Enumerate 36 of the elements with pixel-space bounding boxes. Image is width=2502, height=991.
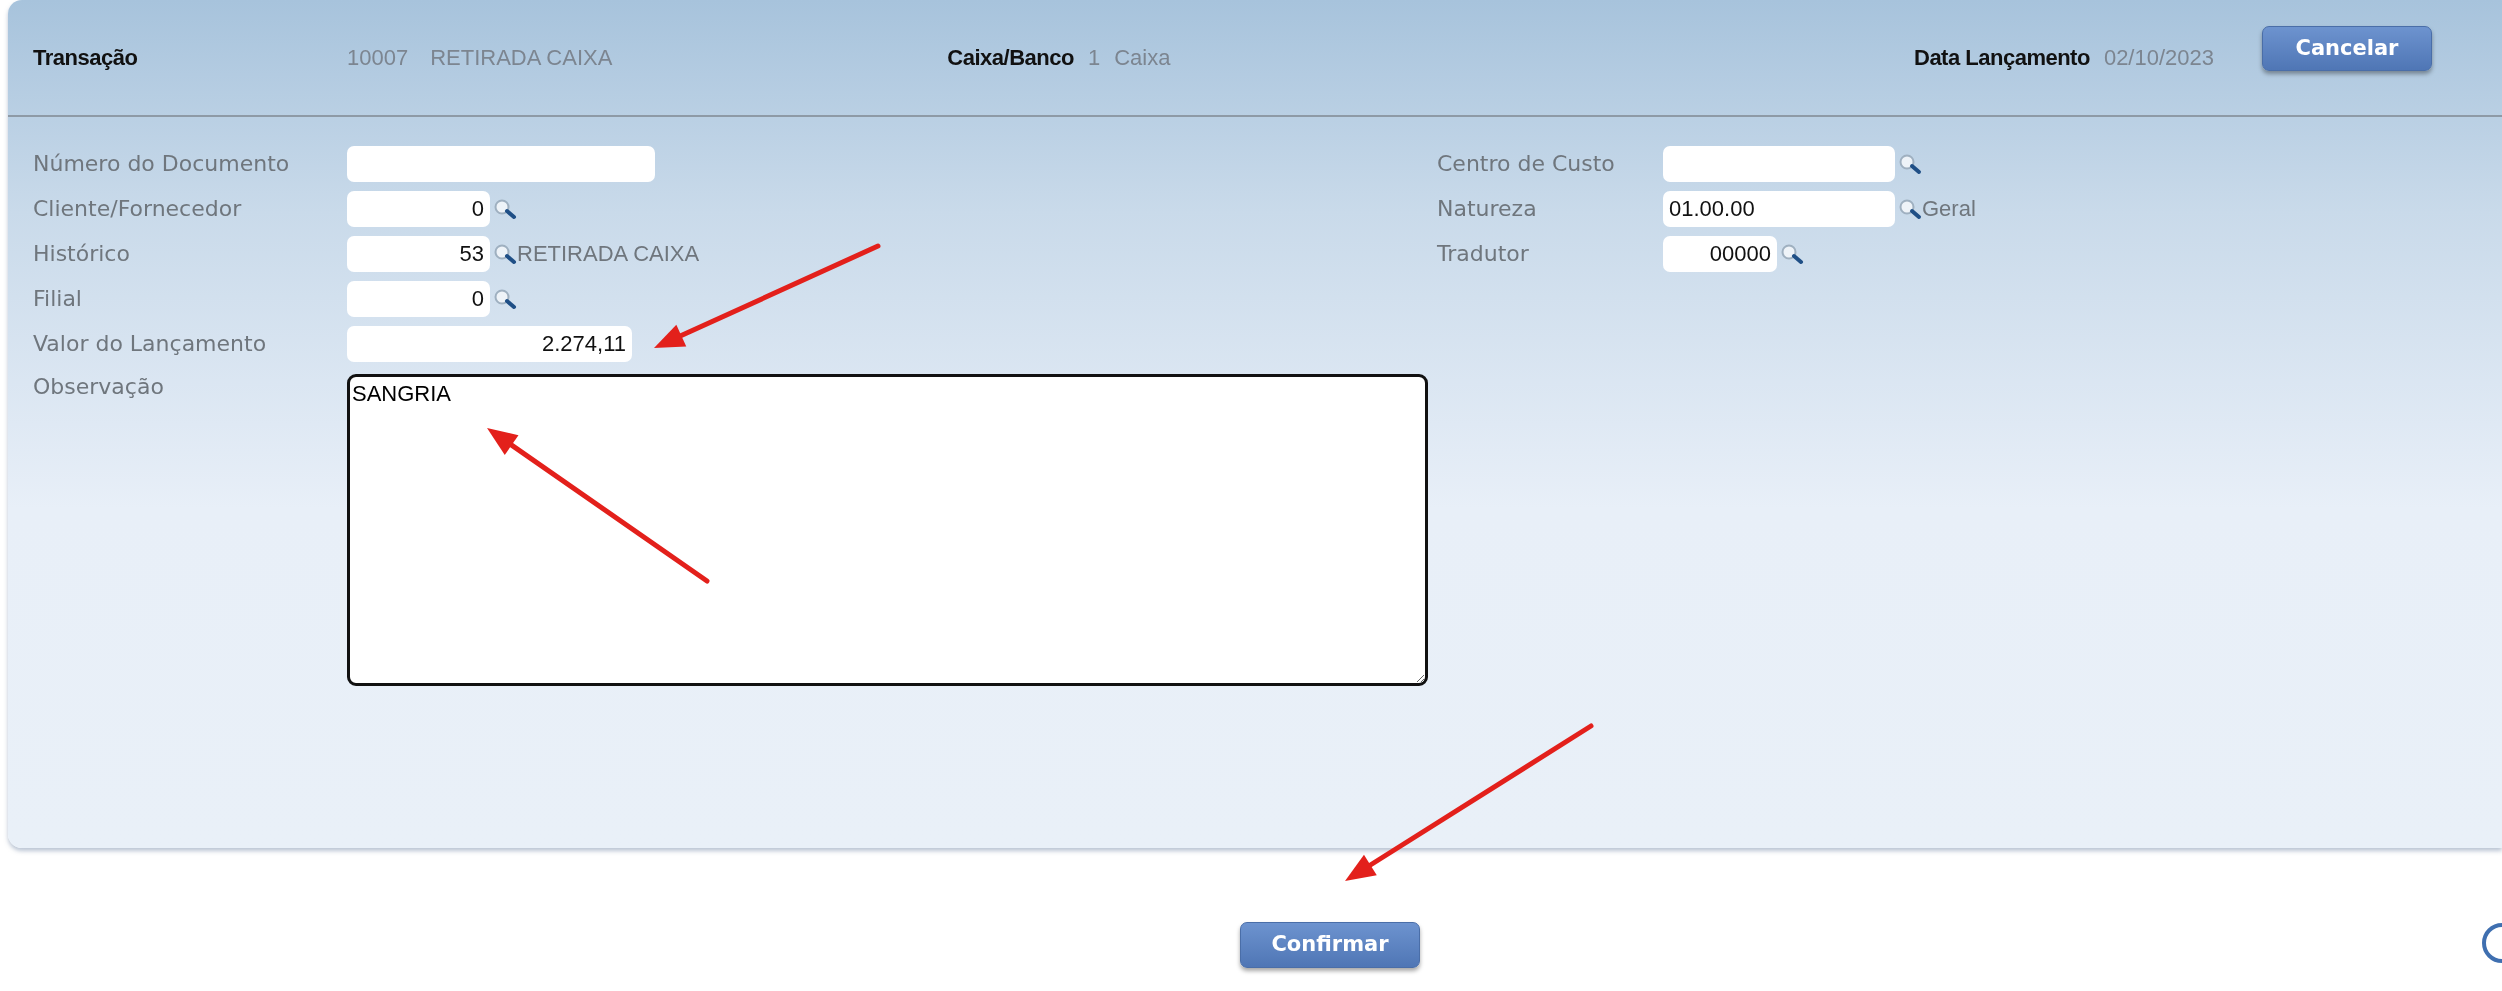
field-label: Observação — [33, 373, 165, 401]
input-field[interactable]: 0 — [347, 280, 490, 317]
search-icon[interactable] — [493, 242, 517, 265]
search-icon[interactable] — [1780, 242, 1804, 265]
field-label: Natureza — [1437, 195, 1538, 223]
field-value: 1 — [1087, 44, 1101, 72]
text-area[interactable]: SANGRIA — [347, 374, 1428, 686]
field-label: Filial — [33, 285, 83, 313]
search-icon[interactable] — [493, 197, 517, 220]
field-value: 02/10/2023 — [2103, 44, 2214, 72]
field-label: Centro de Custo — [1437, 150, 1616, 178]
field-label: Caixa/Banco — [947, 44, 1074, 72]
search-icon[interactable] — [1898, 152, 1922, 175]
search-icon[interactable] — [493, 287, 517, 310]
field-label: Número do Documento — [33, 150, 291, 178]
field-value: Caixa — [1114, 44, 1171, 72]
input-field[interactable] — [347, 145, 655, 182]
field-label: Cliente/Fornecedor — [33, 195, 243, 223]
field-label: Valor do Lançamento — [33, 330, 268, 358]
cancel-button[interactable]: Cancelar — [2262, 25, 2432, 72]
input-field[interactable]: 0 — [347, 190, 490, 227]
field-value: RETIRADA CAIXA — [430, 44, 613, 72]
input-field[interactable] — [1663, 145, 1895, 182]
input-field[interactable]: 00000 — [1663, 235, 1777, 272]
input-field[interactable]: 01.00.00 — [1663, 190, 1895, 227]
field-description: RETIRADA CAIXA — [517, 240, 700, 268]
field-value: 10007 — [347, 44, 409, 72]
input-field[interactable]: 53 — [347, 235, 490, 272]
field-label: Tradutor — [1437, 240, 1530, 268]
field-label: Transação — [33, 44, 139, 72]
field-label: Data Lançamento — [1914, 44, 2090, 72]
field-label: Histórico — [33, 240, 131, 268]
search-icon[interactable] — [1898, 197, 1922, 220]
field-description: Geral — [1922, 195, 1976, 223]
confirm-button[interactable]: Confirmar — [1240, 922, 1420, 968]
input-field[interactable]: 2.274,11 — [347, 325, 632, 362]
